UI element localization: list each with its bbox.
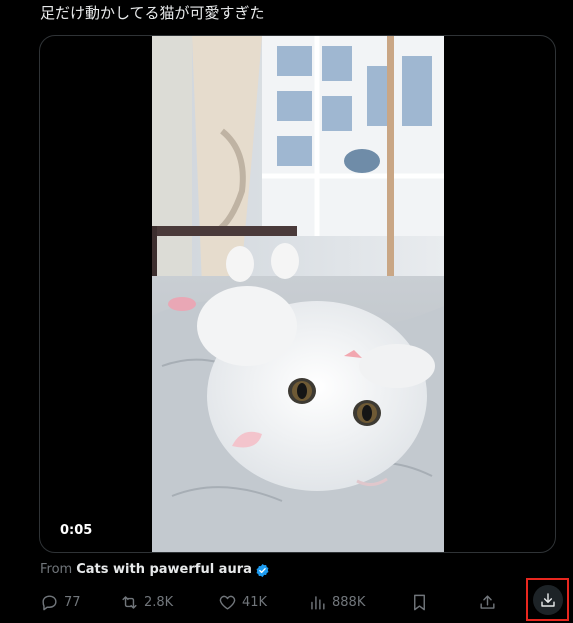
source-author-link[interactable]: Cats with pawerful aura — [76, 561, 252, 579]
action-bar: 77 2.8K 41K 888K — [0, 586, 573, 618]
like-button[interactable]: 41K — [218, 586, 267, 618]
repost-count: 2.8K — [144, 594, 174, 610]
reply-button[interactable]: 77 — [40, 586, 81, 618]
bookmark-button[interactable] — [410, 586, 429, 618]
highlight-box — [526, 578, 569, 621]
verified-badge-icon — [256, 563, 269, 577]
share-button[interactable] — [478, 586, 497, 618]
video-timestamp: 0:05 — [60, 523, 93, 538]
repost-icon — [122, 595, 137, 609]
reply-count: 77 — [64, 594, 81, 610]
video-player[interactable]: 0:05 — [39, 35, 556, 553]
reply-icon — [42, 594, 57, 610]
views-count: 888K — [332, 594, 366, 610]
source-prefix: From — [40, 562, 73, 577]
like-count: 41K — [242, 594, 268, 610]
cat-video-still — [152, 36, 444, 552]
source-attribution: From Cats with pawerful aura — [40, 561, 270, 579]
views-button[interactable]: 888K — [308, 586, 365, 618]
post-text: 足だけ動かしてる猫が可愛すぎた — [40, 4, 265, 22]
share-icon — [480, 594, 495, 609]
repost-button[interactable]: 2.8K — [120, 586, 173, 618]
views-icon — [311, 595, 325, 610]
video-frame[interactable] — [152, 36, 444, 552]
like-icon — [219, 595, 236, 610]
bookmark-icon — [414, 594, 425, 610]
